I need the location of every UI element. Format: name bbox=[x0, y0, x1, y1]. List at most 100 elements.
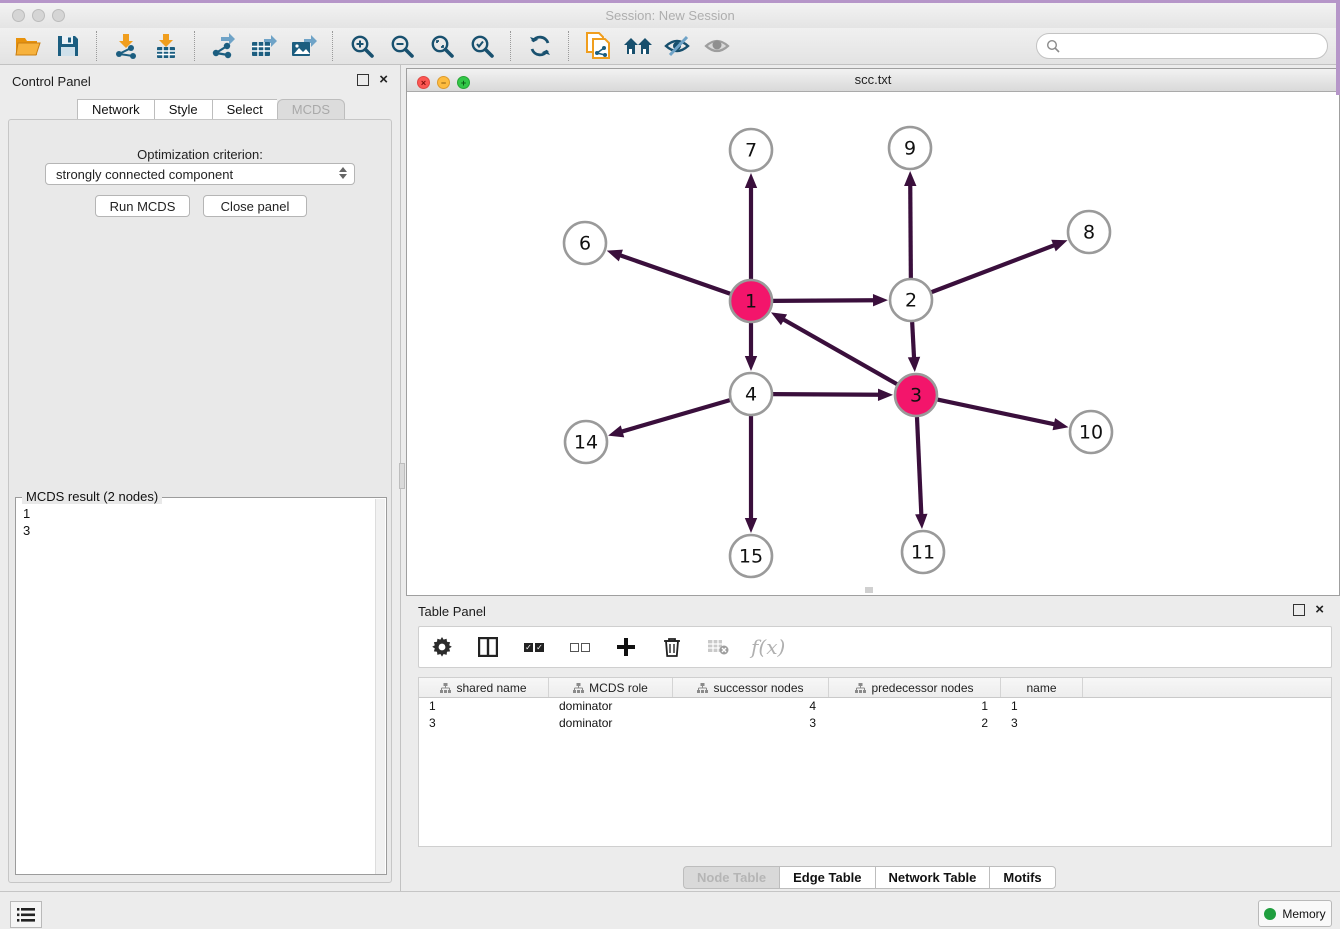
edge-arrowhead bbox=[908, 357, 920, 372]
column-header-mcds-role[interactable]: MCDS role bbox=[549, 678, 673, 697]
zoom-fit-icon[interactable] bbox=[427, 32, 457, 60]
import-network-icon[interactable] bbox=[111, 32, 141, 60]
edge-3-10[interactable] bbox=[938, 400, 1056, 425]
first-neighbors-icon[interactable] bbox=[623, 32, 653, 60]
edge-3-11[interactable] bbox=[917, 417, 921, 516]
edge-1-2[interactable] bbox=[773, 300, 875, 301]
cell-name[interactable]: 3 bbox=[1001, 715, 1083, 732]
tab-network-table[interactable]: Network Table bbox=[875, 866, 990, 889]
tab-mcds[interactable]: MCDS bbox=[277, 99, 345, 121]
window-title: Session: New Session bbox=[0, 3, 1340, 28]
apply-layout-icon[interactable] bbox=[525, 32, 555, 60]
tab-node-table[interactable]: Node Table bbox=[683, 866, 779, 889]
control-panel-buttons: × bbox=[357, 74, 388, 86]
edge-2-9[interactable] bbox=[910, 184, 911, 278]
close-table-panel-icon[interactable]: × bbox=[1315, 605, 1324, 615]
zoom-selected-icon[interactable] bbox=[467, 32, 497, 60]
select-stepper-icon bbox=[339, 167, 347, 179]
table-panel: Table Panel × ✓✓ bbox=[406, 598, 1340, 891]
column-header-successor-nodes[interactable]: successor nodes bbox=[673, 678, 829, 697]
delete-column-trash-icon[interactable] bbox=[659, 634, 685, 660]
network-minimize-button[interactable]: − bbox=[437, 76, 450, 89]
edge-2-8[interactable] bbox=[932, 245, 1056, 292]
task-history-button[interactable] bbox=[10, 901, 42, 928]
table-row[interactable]: 1 dominator 4 1 1 bbox=[419, 698, 1331, 715]
tab-motifs[interactable]: Motifs bbox=[989, 866, 1055, 889]
tab-style[interactable]: Style bbox=[154, 99, 212, 121]
column-header-name[interactable]: name bbox=[1001, 678, 1083, 697]
toolbar-separator bbox=[510, 31, 512, 61]
select-all-rows-icon[interactable]: ✓✓ bbox=[521, 634, 547, 660]
network-canvas[interactable]: 7968124314101511 bbox=[407, 92, 1339, 595]
export-network-icon[interactable] bbox=[209, 32, 239, 60]
canvas-scroll-grip[interactable] bbox=[865, 587, 873, 593]
show-column-panel-icon[interactable] bbox=[475, 634, 501, 660]
function-builder-icon-disabled: f(x) bbox=[751, 635, 785, 659]
cell-successor-nodes[interactable]: 4 bbox=[673, 698, 829, 715]
table-settings-gear-icon[interactable] bbox=[429, 634, 455, 660]
node-label-9: 9 bbox=[904, 138, 916, 160]
float-panel-icon[interactable] bbox=[357, 74, 369, 86]
cell-shared-name[interactable]: 3 bbox=[419, 715, 549, 732]
column-header-predecessor-nodes[interactable]: predecessor nodes bbox=[829, 678, 1001, 697]
edge-arrowhead bbox=[745, 173, 757, 188]
cell-name[interactable]: 1 bbox=[1001, 698, 1083, 715]
network-window: ×−+ scc.txt 7968124314101511 bbox=[406, 68, 1340, 596]
zoom-out-icon[interactable] bbox=[387, 32, 417, 60]
save-session-icon[interactable] bbox=[53, 32, 83, 60]
zoom-in-icon[interactable] bbox=[347, 32, 377, 60]
mcds-result-text[interactable]: 1 3 bbox=[23, 505, 30, 539]
edge-1-6[interactable] bbox=[619, 255, 730, 294]
network-graph[interactable]: 7968124314101511 bbox=[407, 92, 1339, 595]
export-image-icon[interactable] bbox=[289, 32, 319, 60]
network-window-title: scc.txt bbox=[407, 69, 1339, 91]
toolbar-separator bbox=[96, 31, 98, 61]
mcds-result-title: MCDS result (2 nodes) bbox=[22, 489, 162, 504]
zoom-window-button[interactable] bbox=[52, 9, 65, 22]
traffic-lights[interactable] bbox=[12, 9, 72, 25]
cell-successor-nodes[interactable]: 3 bbox=[673, 715, 829, 732]
optimization-criterion-select[interactable]: strongly connected component bbox=[45, 163, 355, 185]
edge-3-1[interactable] bbox=[782, 319, 897, 384]
close-panel-icon[interactable]: × bbox=[379, 75, 388, 85]
edge-arrowhead bbox=[873, 294, 888, 306]
edge-4-14[interactable] bbox=[621, 400, 730, 432]
tab-network[interactable]: Network bbox=[77, 99, 154, 121]
panel-divider-grip[interactable] bbox=[399, 463, 405, 489]
cell-predecessor-nodes[interactable]: 1 bbox=[829, 698, 1001, 715]
network-zoom-button[interactable]: + bbox=[457, 76, 470, 89]
import-table-icon[interactable] bbox=[151, 32, 181, 60]
show-all-icon[interactable] bbox=[703, 32, 733, 60]
tab-select[interactable]: Select bbox=[212, 99, 277, 121]
cell-shared-name[interactable]: 1 bbox=[419, 698, 549, 715]
edge-2-3[interactable] bbox=[912, 322, 914, 359]
mcds-result-scrollbar[interactable] bbox=[375, 499, 385, 874]
minimize-window-button[interactable] bbox=[32, 9, 45, 22]
node-label-1: 1 bbox=[745, 291, 757, 313]
cell-mcds-role[interactable]: dominator bbox=[549, 698, 673, 715]
export-table-icon[interactable] bbox=[249, 32, 279, 60]
edge-4-3[interactable] bbox=[773, 394, 880, 395]
create-column-plus-icon[interactable] bbox=[613, 634, 639, 660]
float-table-panel-icon[interactable] bbox=[1293, 604, 1305, 616]
memory-button[interactable]: Memory bbox=[1258, 900, 1332, 927]
list-icon bbox=[17, 908, 35, 922]
edge-arrowhead bbox=[1051, 240, 1067, 252]
network-close-button[interactable]: × bbox=[417, 76, 430, 89]
cell-mcds-role[interactable]: dominator bbox=[549, 715, 673, 732]
node-label-14: 14 bbox=[574, 432, 598, 454]
open-file-icon[interactable] bbox=[13, 32, 43, 60]
control-panel: Control Panel × Network Style Select MCD… bbox=[0, 65, 401, 891]
run-mcds-button[interactable]: Run MCDS bbox=[95, 195, 190, 217]
close-panel-button[interactable]: Close panel bbox=[203, 195, 307, 217]
table-row[interactable]: 3 dominator 3 2 3 bbox=[419, 715, 1331, 732]
column-header-shared-name[interactable]: shared name bbox=[419, 678, 549, 697]
hide-selected-icon[interactable] bbox=[663, 32, 693, 60]
search-input[interactable] bbox=[1036, 33, 1328, 59]
status-bar: Memory bbox=[0, 891, 1340, 929]
cell-predecessor-nodes[interactable]: 2 bbox=[829, 715, 1001, 732]
network-from-selection-icon[interactable] bbox=[583, 32, 613, 60]
tab-edge-table[interactable]: Edge Table bbox=[779, 866, 874, 889]
deselect-all-rows-icon[interactable] bbox=[567, 634, 593, 660]
close-window-button[interactable] bbox=[12, 9, 25, 22]
